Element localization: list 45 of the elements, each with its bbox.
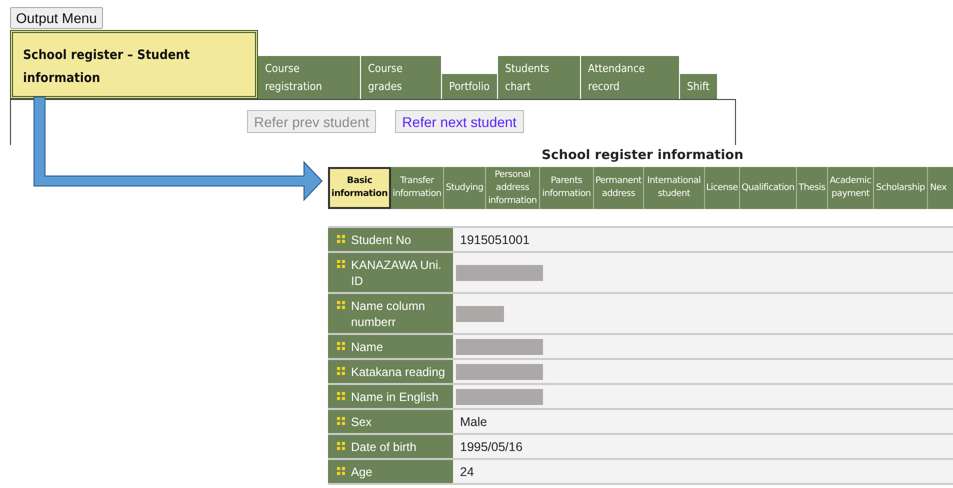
field-label: Date of birth xyxy=(351,439,416,455)
sub-tab[interactable]: Academic payment xyxy=(828,167,874,209)
tab[interactable]: Students chart xyxy=(498,56,581,99)
field-label: KANAZAWA Uni. ID xyxy=(351,257,442,289)
bullet-icon xyxy=(337,301,345,309)
tab[interactable]: Shift xyxy=(680,74,718,99)
nav-button[interactable]: Refer next student xyxy=(395,110,524,133)
field-label: Sex xyxy=(351,414,372,430)
bullet-icon xyxy=(337,417,345,425)
bullet-icon xyxy=(337,342,345,350)
sub-tab[interactable]: Basic information xyxy=(328,167,391,209)
field-label: Name xyxy=(351,339,384,355)
sub-tab[interactable]: Parents information xyxy=(540,167,594,209)
sub-tab[interactable]: International student xyxy=(644,167,705,209)
bullet-icon xyxy=(337,260,345,268)
tab[interactable]: Portfolio xyxy=(442,74,498,99)
field-label: Age xyxy=(351,464,372,480)
output-menu-button[interactable]: Output Menu xyxy=(10,7,103,29)
bullet-icon xyxy=(337,367,345,375)
sub-tab[interactable]: Studying xyxy=(444,167,486,209)
field-label: Student No xyxy=(351,232,412,248)
sub-tab[interactable]: Scholarship xyxy=(874,167,928,209)
field-value: 1995/05/16 xyxy=(459,440,523,454)
sub-tab[interactable]: Thesis xyxy=(797,167,828,209)
sub-tab[interactable]: Transfer information xyxy=(391,167,444,209)
sub-tab[interactable]: Nex xyxy=(928,167,953,209)
field-value: 1915051001 xyxy=(459,232,530,246)
bullet-icon xyxy=(337,235,345,243)
sub-tab[interactable]: Permanent address xyxy=(594,167,644,209)
tab[interactable]: Course grades xyxy=(361,56,442,99)
sub-tab[interactable]: License xyxy=(705,167,740,209)
bullet-icon xyxy=(337,467,345,475)
tab[interactable]: Attendance record xyxy=(581,56,680,99)
field-value: 24 xyxy=(459,464,474,478)
field-label: Name in English xyxy=(351,389,438,405)
section-title: School register information xyxy=(540,148,744,165)
bullet-icon xyxy=(337,442,345,450)
field-label: Katakana reading xyxy=(351,364,446,380)
sub-tab[interactable]: Qualification xyxy=(740,167,797,209)
field-value: Male xyxy=(459,414,488,428)
field-label: Name column numberr xyxy=(351,298,426,330)
tab[interactable]: Course registration xyxy=(258,56,361,99)
sub-tab[interactable]: Personal address information xyxy=(486,167,540,209)
bullet-icon xyxy=(337,392,345,400)
tab[interactable]: School register – Student information xyxy=(10,30,258,99)
